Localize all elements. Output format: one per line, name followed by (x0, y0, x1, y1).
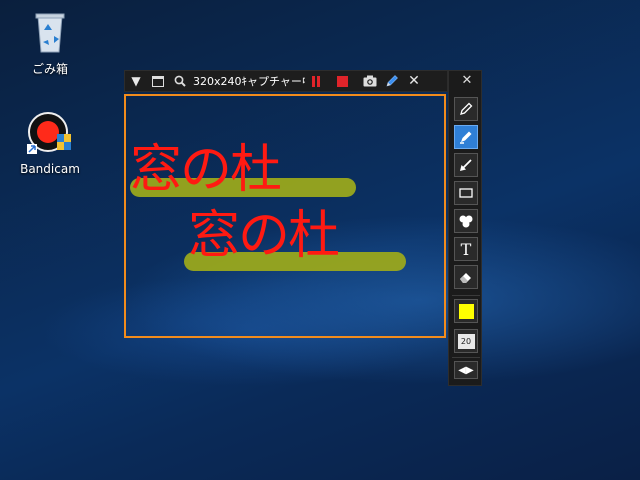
eraser-tool[interactable] (454, 265, 478, 289)
draw-mode-button[interactable] (381, 71, 403, 91)
camera-icon (363, 75, 377, 87)
drawn-text: 窓の杜 (130, 140, 282, 200)
eraser-icon (460, 273, 471, 283)
palette-divider (452, 357, 480, 358)
pencil-icon (460, 102, 473, 115)
number-icon (459, 215, 473, 228)
arrows-horizontal-icon: ◀▶ (458, 364, 474, 376)
highlighter-tool[interactable] (454, 125, 478, 149)
recycle-bin-icon (35, 13, 65, 53)
highlighter-icon (460, 131, 472, 144)
bandicam-icon (27, 112, 71, 154)
arrow-icon (460, 159, 472, 171)
palette-divider (452, 295, 480, 296)
window-icon (152, 75, 164, 87)
screenshot-button[interactable] (359, 71, 381, 91)
capture-region[interactable]: 窓の杜 窓の杜 (124, 94, 446, 338)
color-swatch (458, 303, 474, 319)
close-palette-button[interactable]: ✕ (459, 73, 475, 89)
close-toolbar-button[interactable]: ✕ (403, 71, 425, 91)
stop-icon (336, 75, 348, 87)
capture-status-text: 320x240ｷャプチャー中 [00:0 (193, 75, 305, 88)
pause-icon (312, 75, 320, 87)
desktop-icon-bandicam[interactable]: Bandicam (14, 110, 86, 176)
pause-button[interactable] (305, 71, 327, 91)
close-icon: ✕ (461, 73, 473, 88)
text-tool[interactable]: T (454, 237, 478, 261)
capture-toolbar: ▼ 320x240ｷャプチャー中 [00:0 (124, 70, 448, 92)
chevron-down-icon: ▼ (131, 74, 141, 88)
text-tool-label: T (460, 239, 472, 259)
color-picker[interactable] (454, 299, 478, 323)
desktop-icon-label: Bandicam (20, 162, 80, 176)
pencil-tool[interactable] (454, 97, 478, 121)
size-picker[interactable]: 20 (454, 329, 478, 353)
arrow-tool[interactable] (454, 153, 478, 177)
desktop-icon-label: ごみ箱 (31, 62, 68, 76)
stop-button[interactable] (331, 71, 353, 91)
drawn-text: 窓の杜 (188, 206, 340, 266)
search-button[interactable] (169, 71, 191, 91)
search-icon (174, 75, 186, 87)
menu-button[interactable]: ▼ (125, 71, 147, 91)
size-value: 20 (457, 333, 475, 349)
number-tool[interactable] (454, 209, 478, 233)
window-mode-button[interactable] (147, 71, 169, 91)
move-palette-button[interactable]: ◀▶ (454, 361, 478, 379)
desktop-icon-recycle-bin[interactable]: ごみ箱 (14, 8, 86, 77)
close-icon: ✕ (408, 73, 420, 89)
rectangle-icon (459, 188, 473, 198)
drawing-palette: ✕ T 20 ◀▶ (448, 70, 482, 386)
pencil-icon (386, 75, 398, 87)
rectangle-tool[interactable] (454, 181, 478, 205)
